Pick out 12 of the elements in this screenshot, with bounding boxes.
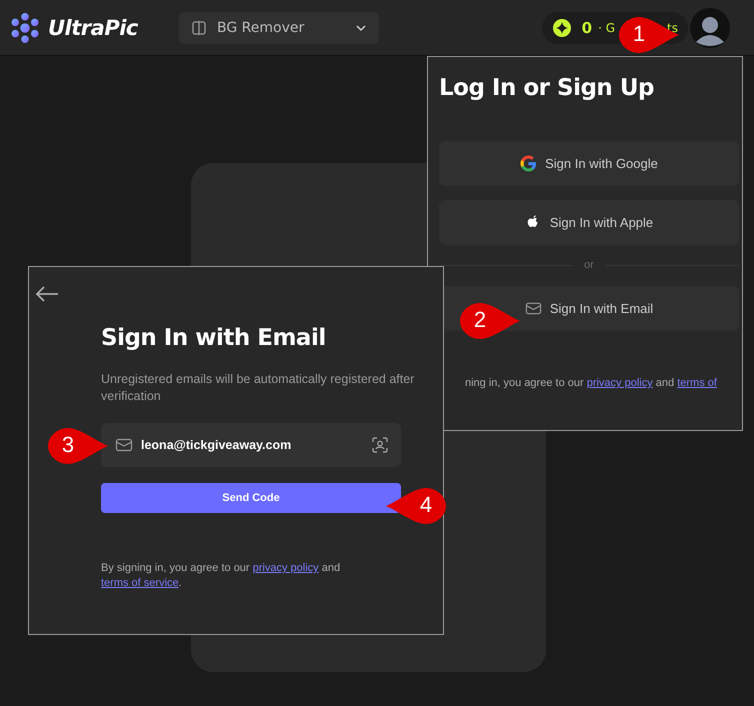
credits-label: · G <box>598 20 616 34</box>
dialog-title: Sign In with Email <box>101 325 327 351</box>
app-logo-text: UltraPic <box>48 16 138 40</box>
step-callout: 4 <box>384 487 448 525</box>
step-callout: 2 <box>458 302 522 340</box>
terms-text: ning in, you agree to our privacy policy and terms of <box>465 377 718 389</box>
step-callout: 3 <box>46 427 110 465</box>
panel-title: Log In or Sign Up <box>439 75 655 101</box>
dialog-subtitle: Unregistered emails will be automatically registered after verification <box>101 371 416 405</box>
terms-text: By signing in, you agree to our privacy policy and terms of service. <box>101 561 342 591</box>
divider-label: or <box>584 259 594 271</box>
credits-count: 0 <box>582 18 592 36</box>
